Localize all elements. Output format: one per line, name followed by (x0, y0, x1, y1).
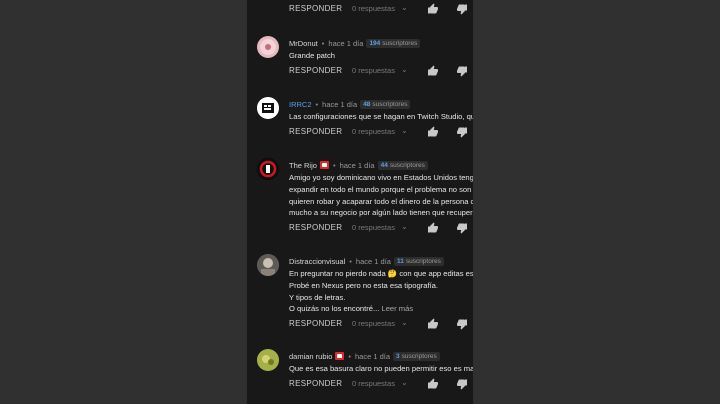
avatar[interactable] (257, 254, 279, 276)
comment-time[interactable]: hace 1 día (356, 257, 391, 266)
author-name[interactable]: MrDonut (289, 39, 318, 48)
author-name[interactable]: damian rubio (289, 352, 332, 361)
reply-button[interactable]: RESPONDER (289, 319, 342, 328)
thumbs-up-icon[interactable] (427, 378, 439, 390)
thumbs-up-icon[interactable] (427, 318, 439, 330)
avatar[interactable] (257, 97, 279, 119)
thumbs-up-icon[interactable] (427, 3, 439, 15)
separator-dot: • (332, 160, 336, 170)
subscriber-badge: 3 suscriptores (393, 351, 440, 361)
thumbs-down-icon[interactable] (456, 378, 468, 390)
chevron-down-icon[interactable]: ⌄ (401, 3, 408, 12)
comment-header: The Rijo • hace 1 día 44 suscriptores (289, 158, 473, 172)
reply-button[interactable]: RESPONDER (289, 379, 342, 388)
replies-count[interactable]: 0 respuestas (352, 379, 395, 388)
author-name[interactable]: The Rijo (289, 161, 317, 170)
separator-dot: • (321, 38, 325, 48)
chevron-down-icon[interactable]: ⌄ (401, 318, 408, 327)
comment-actions: RESPONDER 0 respuestas ⌄ (289, 378, 473, 393)
comment-actions: RESPONDER 0 respuestas ⌄ (289, 3, 473, 18)
author-name[interactable]: Distraccionvisual (289, 257, 345, 266)
subscriber-badge: 48 suscriptores (360, 99, 411, 109)
avatar[interactable] (257, 158, 279, 180)
comment-text: Que es esa basura claro no pueden permit… (289, 364, 473, 373)
replies-count[interactable]: 0 respuestas (352, 223, 395, 232)
comment-header: MrDonut • hace 1 día 194 suscriptores (289, 36, 473, 50)
thumbs-down-icon[interactable] (456, 318, 468, 330)
comment-text: Las configuraciones que se hagan en Twit… (289, 112, 473, 121)
comment-header: damian rubio • hace 1 día 3 suscriptores (289, 349, 473, 363)
separator-dot: • (315, 99, 319, 109)
thumbs-down-icon[interactable] (456, 126, 468, 138)
replies-count[interactable]: 0 respuestas (352, 66, 395, 75)
read-more-link[interactable]: Leer más (381, 304, 413, 313)
avatar[interactable] (257, 36, 279, 58)
thumbs-up-icon[interactable] (427, 65, 439, 77)
chevron-down-icon[interactable]: ⌄ (401, 378, 408, 387)
reply-button[interactable]: RESPONDER (289, 66, 342, 75)
store-badge-icon (319, 161, 329, 169)
comment-actions: RESPONDER 0 respuestas ⌄ (289, 65, 473, 80)
replies-count[interactable]: 0 respuestas (352, 319, 395, 328)
separator-dot: • (348, 351, 351, 361)
thumbs-down-icon[interactable] (456, 222, 468, 234)
thumbs-up-icon[interactable] (427, 222, 439, 234)
replies-count[interactable]: 0 respuestas (352, 127, 395, 136)
store-badge-icon (335, 352, 345, 360)
subscriber-badge: 194 suscriptores (366, 38, 421, 48)
comment-time[interactable]: hace 1 día (328, 39, 363, 48)
replies-count[interactable]: 0 respuestas (352, 4, 395, 13)
comment-time[interactable]: hace 1 día (340, 161, 375, 170)
comment-text: Grande patch (289, 51, 336, 60)
author-name[interactable]: IRRC2 (289, 100, 312, 109)
subscriber-badge: 44 suscriptores (377, 160, 428, 170)
comment-actions: RESPONDER 0 respuestas ⌄ (289, 318, 473, 333)
comment-time[interactable]: hace 1 día (322, 100, 357, 109)
reply-button[interactable]: RESPONDER (289, 127, 342, 136)
reply-button[interactable]: RESPONDER (289, 4, 342, 13)
reply-button[interactable]: RESPONDER (289, 223, 342, 232)
comments-panel: RESPONDER 0 respuestas ⌄ MrDonut • hace … (247, 0, 473, 404)
thumbs-down-icon[interactable] (456, 65, 468, 77)
separator-dot: • (349, 256, 352, 266)
comment-actions: RESPONDER 0 respuestas ⌄ (289, 222, 473, 237)
comment-actions: RESPONDER 0 respuestas ⌄ (289, 126, 473, 141)
comment-text: Amigo yo soy dominicano vivo en Estados … (289, 173, 473, 218)
thumbs-up-icon[interactable] (427, 126, 439, 138)
comment-time[interactable]: hace 1 día (355, 352, 390, 361)
avatar[interactable] (257, 349, 279, 371)
subscriber-badge: 11 suscriptores (393, 256, 444, 266)
comment-header: IRRC2 • hace 1 día 48 suscriptores (289, 97, 473, 111)
thumbs-down-icon[interactable] (456, 3, 468, 15)
chevron-down-icon[interactable]: ⌄ (401, 222, 408, 231)
chevron-down-icon[interactable]: ⌄ (401, 126, 408, 135)
chevron-down-icon[interactable]: ⌄ (401, 65, 408, 74)
comment-header: Distraccionvisual • hace 1 día 11 suscrip… (289, 254, 473, 268)
comment-text: En preguntar no pierdo nada 🤔 con que ap… (289, 269, 473, 314)
